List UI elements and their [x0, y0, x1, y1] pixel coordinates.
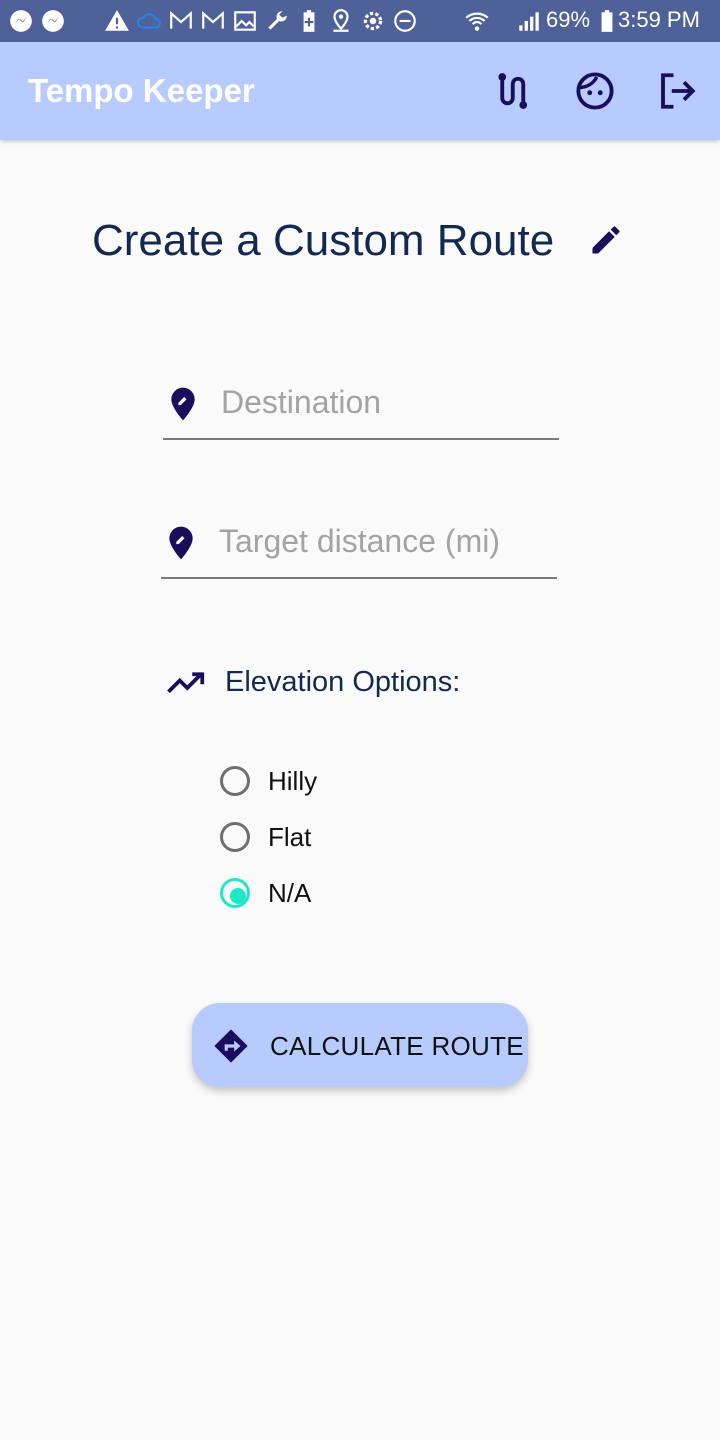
messenger-icon	[10, 10, 32, 32]
directions-icon	[214, 1029, 248, 1063]
radio-button[interactable]	[220, 822, 250, 852]
do-not-disturb-icon	[394, 10, 416, 32]
destination-field	[163, 372, 559, 440]
trending-up-icon	[167, 672, 205, 694]
warning-icon	[105, 10, 129, 31]
destination-input[interactable]	[221, 380, 551, 424]
app-title: Tempo Keeper	[28, 72, 255, 109]
radio-label: Flat	[268, 822, 312, 852]
photo-icon	[234, 11, 256, 31]
status-bar: 69% 3:59 PM	[0, 0, 720, 42]
messenger-icon	[42, 10, 64, 32]
radio-button-selected[interactable]	[220, 878, 250, 908]
cloud-icon	[137, 13, 161, 29]
logout-icon[interactable]	[656, 70, 698, 112]
wrench-icon	[268, 11, 287, 30]
radio-button[interactable]	[220, 766, 250, 796]
elevation-options-label: Elevation Options:	[225, 666, 461, 698]
gmail-icon	[170, 11, 192, 29]
location-pin-icon	[171, 387, 195, 421]
radio-label: N/A	[268, 878, 312, 908]
battery-saver-icon	[303, 10, 315, 32]
calculate-route-label: CALCULATE ROUTE	[270, 1031, 524, 1061]
route-icon[interactable]	[490, 70, 532, 112]
clock: 3:59 PM	[618, 7, 700, 32]
target-distance-field	[161, 511, 557, 579]
location-pin-icon	[169, 526, 193, 560]
face-icon[interactable]	[574, 70, 616, 112]
wifi-icon	[465, 12, 489, 31]
battery-percent: 69%	[546, 7, 591, 32]
battery-icon	[601, 10, 613, 32]
radio-dot	[230, 888, 246, 904]
target-distance-input[interactable]	[219, 519, 549, 563]
edit-icon[interactable]	[588, 222, 624, 258]
gmail-icon	[202, 11, 224, 29]
radio-label: Hilly	[268, 766, 318, 796]
calculate-route-button[interactable]: CALCULATE ROUTE	[192, 1003, 528, 1087]
settings-icon	[363, 11, 383, 31]
page-title: Create a Custom Route	[92, 216, 555, 265]
signal-icon	[519, 12, 539, 31]
app-bar: Tempo Keeper	[0, 42, 720, 140]
location-icon	[333, 9, 349, 32]
